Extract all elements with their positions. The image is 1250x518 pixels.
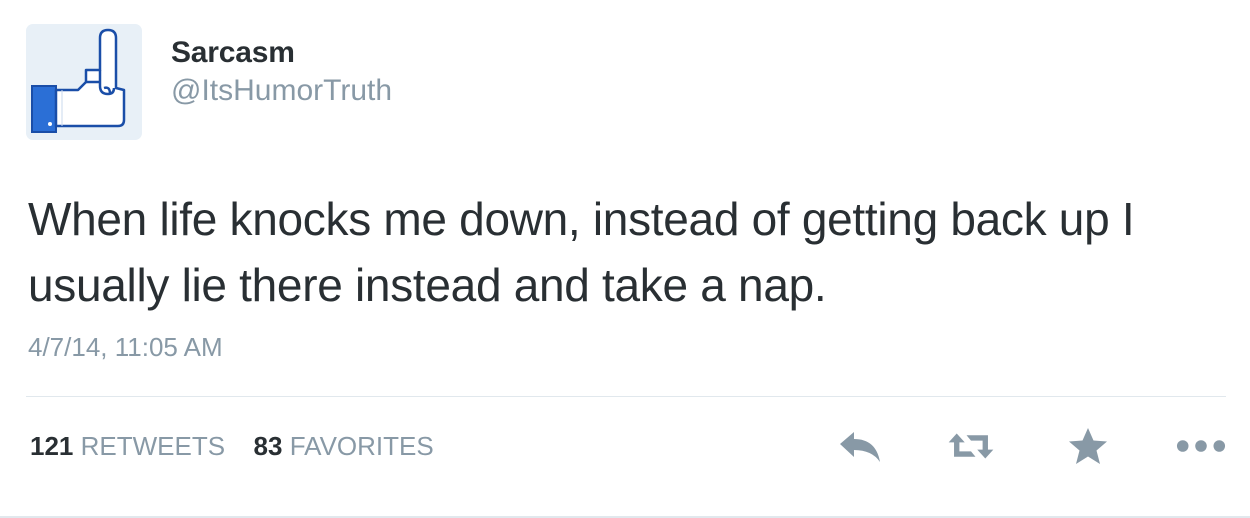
favorites-stat[interactable]: 83 FAVORITES (246, 431, 434, 461)
star-icon (1069, 428, 1107, 464)
tweet-card: Sarcasm @ItsHumorTruth When life knocks … (0, 0, 1250, 518)
retweets-count: 121 (30, 431, 74, 461)
divider (26, 396, 1226, 397)
reply-button[interactable] (835, 424, 885, 468)
more-icon (1176, 440, 1226, 452)
favorites-count: 83 (253, 431, 283, 461)
avatar[interactable] (26, 24, 142, 140)
retweet-icon (948, 433, 994, 459)
retweets-stat[interactable]: 121 RETWEETS (30, 431, 232, 461)
favorites-label: FAVORITES (289, 431, 434, 461)
middle-finger-like-icon (31, 28, 126, 133)
tweet-timestamp[interactable]: 4/7/14, 11:05 AM (28, 332, 223, 363)
retweet-button[interactable] (946, 424, 996, 468)
tweet-stats: 121 RETWEETS 83 FAVORITES (30, 431, 434, 462)
user-display-name[interactable]: Sarcasm (171, 36, 295, 70)
retweets-label: RETWEETS (80, 431, 226, 461)
reply-icon (840, 432, 880, 462)
user-handle[interactable]: @ItsHumorTruth (171, 74, 392, 108)
tweet-text: When life knocks me down, instead of get… (28, 193, 1135, 311)
more-button[interactable] (1176, 424, 1226, 468)
favorite-button[interactable] (1063, 424, 1113, 468)
